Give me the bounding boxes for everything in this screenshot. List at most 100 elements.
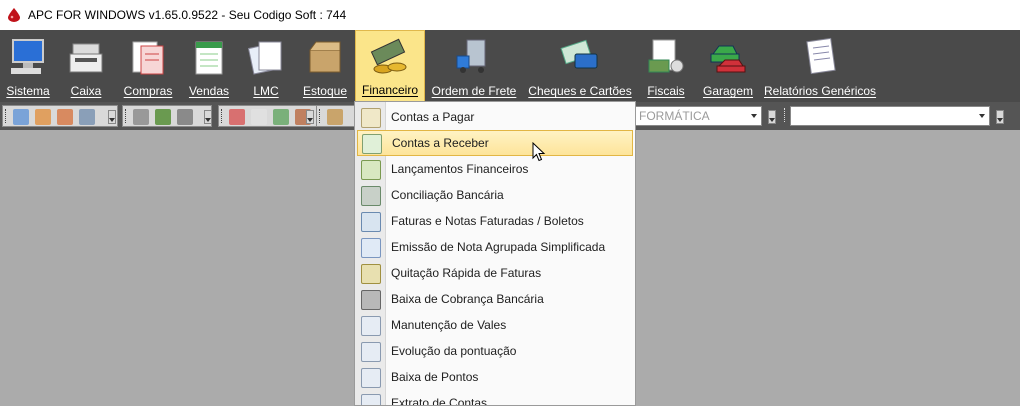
printer-tool-icon[interactable] <box>133 109 149 125</box>
ribbon-financeiro[interactable]: Financeiro <box>355 30 425 102</box>
selector-combo[interactable] <box>790 106 990 126</box>
toolbar-grip[interactable] <box>221 109 225 123</box>
toolbar-group-3 <box>218 105 318 127</box>
menu-item-extrato-contas[interactable]: Extrato de Contas <box>355 390 635 405</box>
safe-icon <box>361 290 381 310</box>
user-tool-icon[interactable] <box>35 109 51 125</box>
computer-icon <box>11 39 44 74</box>
menu-item-label: Lançamentos Financeiros <box>391 162 529 176</box>
menu-item-label: Baixa de Cobrança Bancária <box>391 292 544 306</box>
ribbon-label: Fiscais <box>647 84 685 98</box>
box-tool-icon[interactable] <box>327 109 343 125</box>
menu-item-label: Emissão de Nota Agrupada Simplificada <box>391 240 606 254</box>
toolbar-grip[interactable] <box>125 109 129 123</box>
ribbon-caixa[interactable]: Caixa <box>62 30 110 102</box>
toolbar-overflow-5[interactable] <box>996 110 1004 124</box>
ledger-icon <box>361 108 381 128</box>
money-tool-icon[interactable] <box>155 109 171 125</box>
menu-item-conciliacao-bancaria[interactable]: Conciliação Bancária <box>355 182 635 208</box>
users-tool-icon[interactable] <box>57 109 73 125</box>
menu-item-evolucao-pontuacao[interactable]: Evolução da pontuação <box>355 338 635 364</box>
menu-item-faturas-notas-boletos[interactable]: Faturas e Notas Faturadas / Boletos <box>355 208 635 234</box>
ribbon-cheques-e-cartoes[interactable]: Cheques e Cartões <box>528 30 632 102</box>
toolbar-group-2 <box>122 105 212 127</box>
app-drop-icon <box>8 8 20 22</box>
ribbon-label: Caixa <box>70 84 102 98</box>
cheque-card-icon <box>560 39 598 69</box>
points-evolution-icon <box>361 342 381 362</box>
sheet-tool-icon[interactable] <box>273 109 289 125</box>
menu-item-label: Faturas e Notas Faturadas / Boletos <box>391 214 584 228</box>
ribbon-estoque[interactable]: Estoque <box>298 30 352 102</box>
toolbar-grip[interactable] <box>784 108 788 122</box>
window-title: APC FOR WINDOWS v1.65.0.9522 - Seu Codig… <box>28 8 347 22</box>
document-tool-icon[interactable] <box>251 109 267 125</box>
purchase-form-icon <box>132 41 164 75</box>
form-tool-icon[interactable] <box>229 109 245 125</box>
ribbon-label: LMC <box>253 84 279 98</box>
ribbon-lmc[interactable]: LMC <box>240 30 292 102</box>
toolbar-overflow-4[interactable] <box>768 110 776 124</box>
toolbar-overflow-1[interactable] <box>108 110 116 124</box>
toolbar-overflow-2[interactable] <box>204 110 212 124</box>
points-icon <box>361 368 381 388</box>
toolbar-grip[interactable] <box>5 109 9 123</box>
sales-spreadsheet-icon <box>195 41 223 75</box>
cars-icon <box>710 45 746 73</box>
menu-item-contas-a-pagar[interactable]: Contas a Pagar <box>355 104 635 130</box>
ribbon-sistema[interactable]: Sistema <box>2 30 54 102</box>
menu-item-baixa-cobranca-bancaria[interactable]: Baixa de Cobrança Bancária <box>355 286 635 312</box>
company-combo-value: FORMÁTICA <box>639 109 710 123</box>
ribbon-label: Relatórios Genéricos <box>764 84 877 98</box>
toolbar-group-4 <box>316 105 356 127</box>
mouse-cursor-icon <box>532 142 546 162</box>
truck-icon <box>456 39 486 73</box>
ribbon-label: Ordem de Frete <box>431 84 517 98</box>
menu-item-manutencao-vales[interactable]: Manutenção de Vales <box>355 312 635 338</box>
chevron-down-icon <box>979 114 985 118</box>
grouped-note-icon <box>361 238 381 258</box>
main-ribbon: Sistema Caixa Compras Vendas LMC Estoque… <box>0 30 1020 102</box>
bank-reconcile-icon <box>361 186 381 206</box>
quick-payment-icon <box>361 264 381 284</box>
menu-item-label: Evolução da pontuação <box>391 344 517 358</box>
ribbon-label: Sistema <box>6 84 50 98</box>
company-combo[interactable]: FORMÁTICA <box>634 106 762 126</box>
ledger-receive-icon <box>362 134 382 154</box>
box-icon <box>309 41 341 73</box>
menu-item-contas-a-receber[interactable]: Contas a Receber <box>357 130 633 156</box>
edit-tool-icon[interactable] <box>79 109 95 125</box>
toolbar-overflow-3[interactable] <box>306 110 314 124</box>
ribbon-label: Financeiro <box>361 83 419 97</box>
voucher-icon <box>361 316 381 336</box>
ribbon-label: Vendas <box>188 84 230 98</box>
menu-item-label: Contas a Pagar <box>391 110 475 124</box>
toolbar-grip[interactable] <box>319 109 323 123</box>
toolbar-group-1 <box>2 105 118 127</box>
title-bar: APC FOR WINDOWS v1.65.0.9522 - Seu Codig… <box>0 0 1020 30</box>
menu-item-emissao-nota-agrupada[interactable]: Emissão de Nota Agrupada Simplificada <box>355 234 635 260</box>
financeiro-menu: Contas a Pagar Contas a Receber Lançamen… <box>354 101 636 406</box>
ribbon-garagem[interactable]: Garagem <box>698 30 758 102</box>
menu-item-quitacao-rapida[interactable]: Quitação Rápida de Faturas <box>355 260 635 286</box>
ribbon-label: Estoque <box>302 84 348 98</box>
ribbon-vendas[interactable]: Vendas <box>182 30 236 102</box>
menu-item-label: Conciliação Bancária <box>391 188 504 202</box>
ribbon-fiscais[interactable]: Fiscais <box>642 30 690 102</box>
ribbon-label: Cheques e Cartões <box>528 84 632 98</box>
menu-item-baixa-pontos[interactable]: Baixa de Pontos <box>355 364 635 390</box>
invoice-icon <box>361 212 381 232</box>
statement-icon <box>361 394 381 405</box>
menu-item-label: Manutenção de Vales <box>391 318 507 332</box>
fiscal-docs-icon <box>648 39 684 73</box>
ribbon-relatorios-genericos[interactable]: Relatórios Genéricos <box>764 30 876 102</box>
menu-item-lancamentos-financeiros[interactable]: Lançamentos Financeiros <box>355 156 635 182</box>
ribbon-compras[interactable]: Compras <box>120 30 176 102</box>
chevron-down-icon <box>751 114 757 118</box>
cash-register-icon <box>69 43 103 73</box>
vehicle-tool-icon[interactable] <box>177 109 193 125</box>
calculator-tool-icon[interactable] <box>13 109 29 125</box>
report-icon <box>806 37 836 75</box>
menu-item-label: Quitação Rápida de Faturas <box>391 266 542 280</box>
ribbon-ordem-de-frete[interactable]: Ordem de Frete <box>430 30 518 102</box>
